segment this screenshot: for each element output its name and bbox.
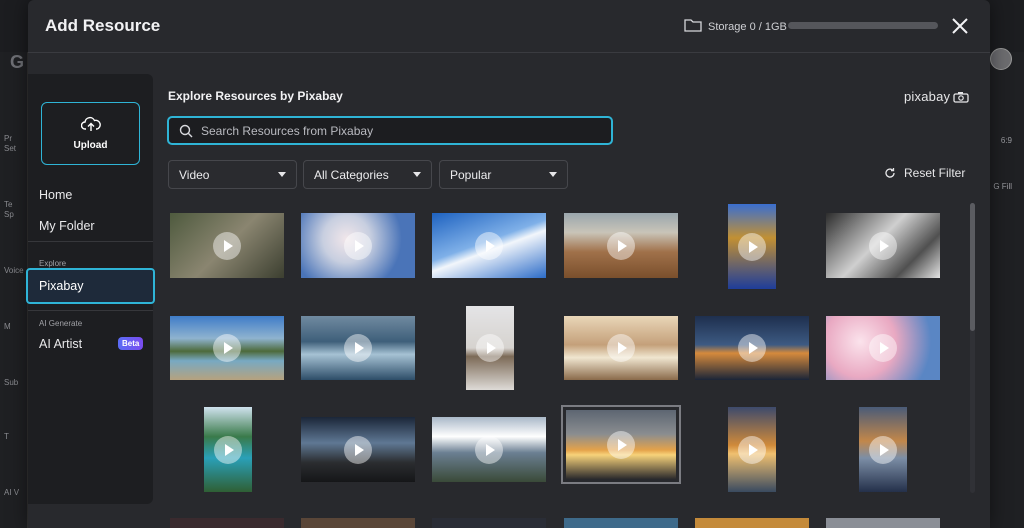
video-thumbnail[interactable] bbox=[728, 204, 776, 289]
video-thumbnail-partial[interactable] bbox=[170, 518, 284, 528]
background-left-item: AI V bbox=[4, 488, 20, 497]
play-icon bbox=[213, 231, 241, 260]
grid-scrollbar-thumb[interactable] bbox=[970, 203, 975, 331]
play-icon bbox=[213, 334, 241, 362]
folder-icon bbox=[684, 18, 702, 35]
sort-filter-dropdown[interactable]: Popular bbox=[439, 160, 568, 189]
refresh-icon bbox=[885, 168, 895, 178]
caret-down-icon bbox=[413, 172, 421, 177]
background-left-labels: Pr Set Te Sp Voice M Sub T AI V bbox=[0, 52, 28, 528]
pixabay-brand: pixabay bbox=[904, 89, 951, 104]
sidebar-item-pixabay[interactable]: Pixabay bbox=[26, 268, 155, 304]
sidebar-item-home[interactable]: Home bbox=[39, 188, 72, 202]
video-thumbnail[interactable] bbox=[564, 316, 678, 380]
resource-sidebar: Upload Home My Folder Explore Pixabay AI… bbox=[26, 74, 155, 504]
video-thumbnail[interactable] bbox=[826, 316, 940, 380]
sort-filter-value: Popular bbox=[450, 167, 492, 182]
storage-progress-bar bbox=[788, 22, 938, 29]
play-icon bbox=[475, 435, 503, 464]
video-thumbnail[interactable] bbox=[170, 316, 284, 380]
background-ratio-label: 6:9 bbox=[1000, 136, 1012, 145]
play-icon bbox=[344, 435, 372, 464]
video-thumbnail-partial[interactable] bbox=[826, 518, 940, 528]
background-left-item: Sub bbox=[4, 378, 19, 387]
add-resource-modal: Add Resource Storage 0 / 1GB Upload Home… bbox=[26, 0, 990, 528]
play-icon bbox=[607, 231, 635, 260]
storage-label: Storage 0 / 1GB bbox=[708, 20, 787, 33]
close-button[interactable] bbox=[950, 16, 970, 36]
play-icon bbox=[607, 430, 635, 459]
sidebar-item-label: Pixabay bbox=[39, 279, 84, 293]
beta-badge: Beta bbox=[118, 337, 144, 350]
video-thumbnail[interactable] bbox=[204, 407, 252, 492]
play-icon bbox=[607, 334, 635, 362]
video-thumbnail[interactable] bbox=[301, 316, 415, 380]
category-filter-value: All Categories bbox=[314, 167, 389, 182]
modal-title: Add Resource bbox=[45, 16, 161, 35]
video-thumbnail-partial[interactable] bbox=[564, 518, 678, 528]
reset-filter-button[interactable]: Reset Filter bbox=[884, 166, 965, 180]
sidebar-item-ai-artist[interactable]: AI Artist bbox=[39, 337, 82, 351]
modal-header: Add Resource Storage 0 / 1GB bbox=[28, 0, 990, 53]
background-left-item: Voice bbox=[4, 266, 24, 275]
background-left-item: Set bbox=[4, 144, 17, 153]
video-thumbnail[interactable] bbox=[859, 407, 907, 492]
camera-icon bbox=[953, 91, 969, 103]
video-thumbnail-partial[interactable] bbox=[695, 518, 809, 528]
caret-down-icon bbox=[549, 172, 557, 177]
explore-section-label: Explore bbox=[39, 259, 67, 268]
sidebar-divider bbox=[28, 241, 153, 242]
video-thumbnail[interactable] bbox=[301, 213, 415, 278]
background-rightbar bbox=[990, 52, 1024, 528]
play-icon bbox=[869, 231, 897, 260]
video-thumbnail[interactable] bbox=[826, 213, 940, 278]
play-icon bbox=[738, 232, 766, 261]
play-icon bbox=[869, 435, 897, 464]
category-filter-dropdown[interactable]: All Categories bbox=[303, 160, 432, 189]
storage-indicator: Storage 0 / 1GB bbox=[684, 18, 787, 35]
sidebar-item-my-folder[interactable]: My Folder bbox=[39, 219, 95, 233]
pixabay-logo: pixabay bbox=[904, 89, 969, 104]
video-thumbnail-partial[interactable] bbox=[301, 518, 415, 528]
video-thumbnail-selected[interactable] bbox=[561, 405, 681, 484]
background-left-item: T bbox=[4, 432, 9, 441]
background-left-item: Te bbox=[4, 200, 13, 209]
play-icon bbox=[869, 334, 897, 362]
close-icon[interactable] bbox=[950, 16, 970, 36]
type-filter-value: Video bbox=[179, 167, 210, 182]
play-icon bbox=[476, 334, 504, 362]
background-left-item: Pr bbox=[4, 134, 12, 143]
play-icon bbox=[738, 435, 766, 464]
sidebar-divider bbox=[28, 310, 153, 311]
search-input[interactable] bbox=[201, 123, 581, 138]
video-thumbnail[interactable] bbox=[466, 306, 514, 390]
play-icon bbox=[475, 231, 503, 260]
search-icon bbox=[179, 124, 193, 137]
play-icon bbox=[344, 231, 372, 260]
reset-filter-label: Reset Filter bbox=[904, 166, 966, 180]
background-avatar bbox=[990, 48, 1012, 70]
video-thumbnail[interactable] bbox=[432, 213, 546, 278]
play-icon bbox=[738, 334, 766, 362]
search-box[interactable] bbox=[167, 116, 613, 145]
background-left-item: M bbox=[4, 322, 11, 331]
video-thumbnail[interactable] bbox=[170, 213, 284, 278]
upload-label: Upload bbox=[73, 140, 108, 151]
play-icon bbox=[214, 435, 242, 464]
video-thumbnail[interactable] bbox=[432, 417, 546, 482]
upload-button[interactable]: Upload bbox=[41, 102, 140, 165]
cloud-upload-icon bbox=[80, 116, 101, 131]
video-thumbnail[interactable] bbox=[728, 407, 776, 492]
video-thumbnail[interactable] bbox=[695, 316, 809, 380]
background-left-item: Sp bbox=[4, 210, 14, 219]
play-icon bbox=[344, 334, 372, 362]
video-thumbnail-partial[interactable] bbox=[432, 518, 546, 528]
background-fill-label: G Fill bbox=[993, 182, 1012, 191]
ai-generate-section-label: AI Generate bbox=[39, 319, 83, 328]
caret-down-icon bbox=[278, 172, 286, 177]
content-title: Explore Resources by Pixabay bbox=[168, 89, 343, 103]
video-thumbnail[interactable] bbox=[564, 213, 678, 278]
type-filter-dropdown[interactable]: Video bbox=[168, 160, 297, 189]
video-thumbnail[interactable] bbox=[301, 417, 415, 482]
